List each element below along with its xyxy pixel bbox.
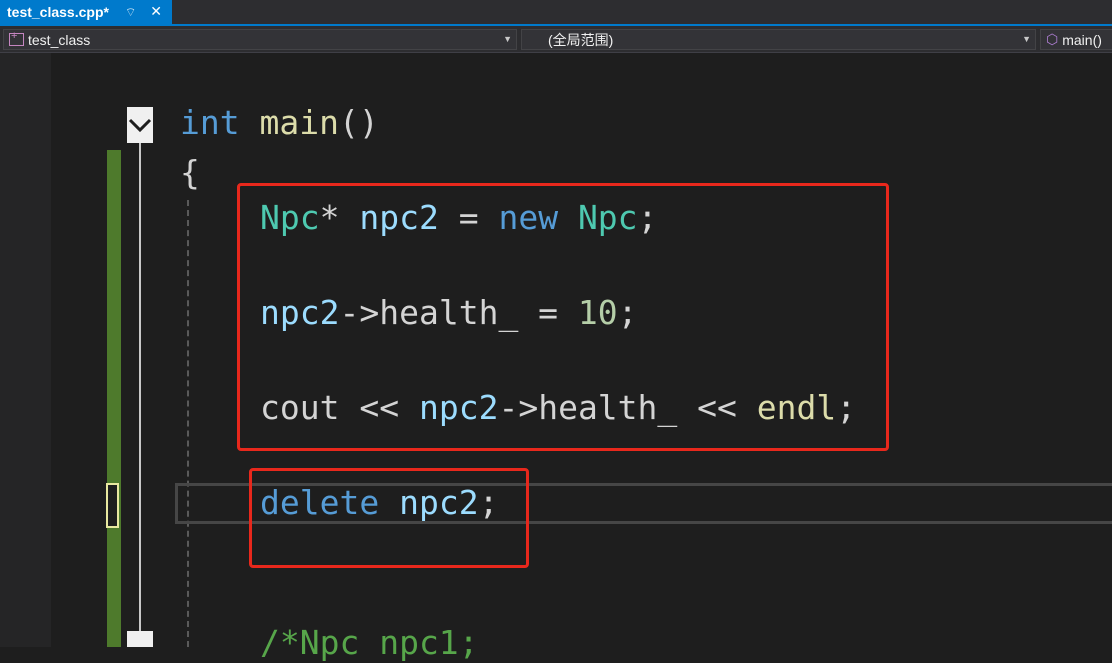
change-tracking-bar: [107, 150, 121, 647]
keyword-int: int: [180, 103, 240, 142]
chevron-down-icon: ▼: [1022, 34, 1031, 44]
code-text[interactable]: int main() { Npc* npc2 = new Npc; npc2->…: [0, 53, 856, 662]
indent-guide: [187, 200, 189, 647]
code-line-comment: /*Npc npc1;: [260, 623, 479, 663]
cube-icon: ⬡: [1046, 31, 1059, 47]
project-dropdown[interactable]: test_class ▼: [3, 29, 517, 50]
code-line-main: int main(): [180, 103, 379, 143]
open-brace: {: [180, 153, 200, 192]
pin-icon[interactable]: ⌔: [125, 6, 136, 18]
document-tab-strip: test_class.cpp* ⌔ ✕: [0, 0, 1112, 26]
fold-region-end: [127, 631, 153, 647]
tab-title: test_class.cpp*: [7, 4, 109, 20]
collapse-chevron-icon[interactable]: [127, 107, 153, 143]
comment-text: /*Npc npc1;: [260, 623, 479, 662]
highlight-box-delete: [249, 468, 529, 568]
code-editor[interactable]: int main() { Npc* npc2 = new Npc; npc2->…: [0, 53, 1112, 662]
project-dropdown-label: test_class: [28, 31, 91, 48]
tab-test-class-cpp[interactable]: test_class.cpp* ⌔ ✕: [0, 0, 172, 24]
project-icon: [9, 30, 24, 46]
navigation-bar: test_class ▼ (全局范围) ▼ ⬡ main(): [0, 26, 1112, 53]
parens: (): [338, 103, 379, 142]
scope-dropdown-label: (全局范围): [548, 31, 614, 48]
chevron-down-icon: ▼: [503, 34, 512, 44]
member-dropdown-label: main(): [1062, 31, 1102, 48]
scope-dropdown[interactable]: (全局范围) ▼: [521, 29, 1036, 50]
close-icon[interactable]: ✕: [150, 4, 162, 20]
cursor-marker: [106, 483, 119, 528]
member-dropdown[interactable]: ⬡ main(): [1040, 29, 1112, 50]
function-name: main: [259, 103, 339, 142]
highlight-box-heap-alloc: [237, 183, 889, 451]
fold-region-line: [139, 143, 141, 643]
code-line-open-brace: {: [180, 153, 200, 193]
